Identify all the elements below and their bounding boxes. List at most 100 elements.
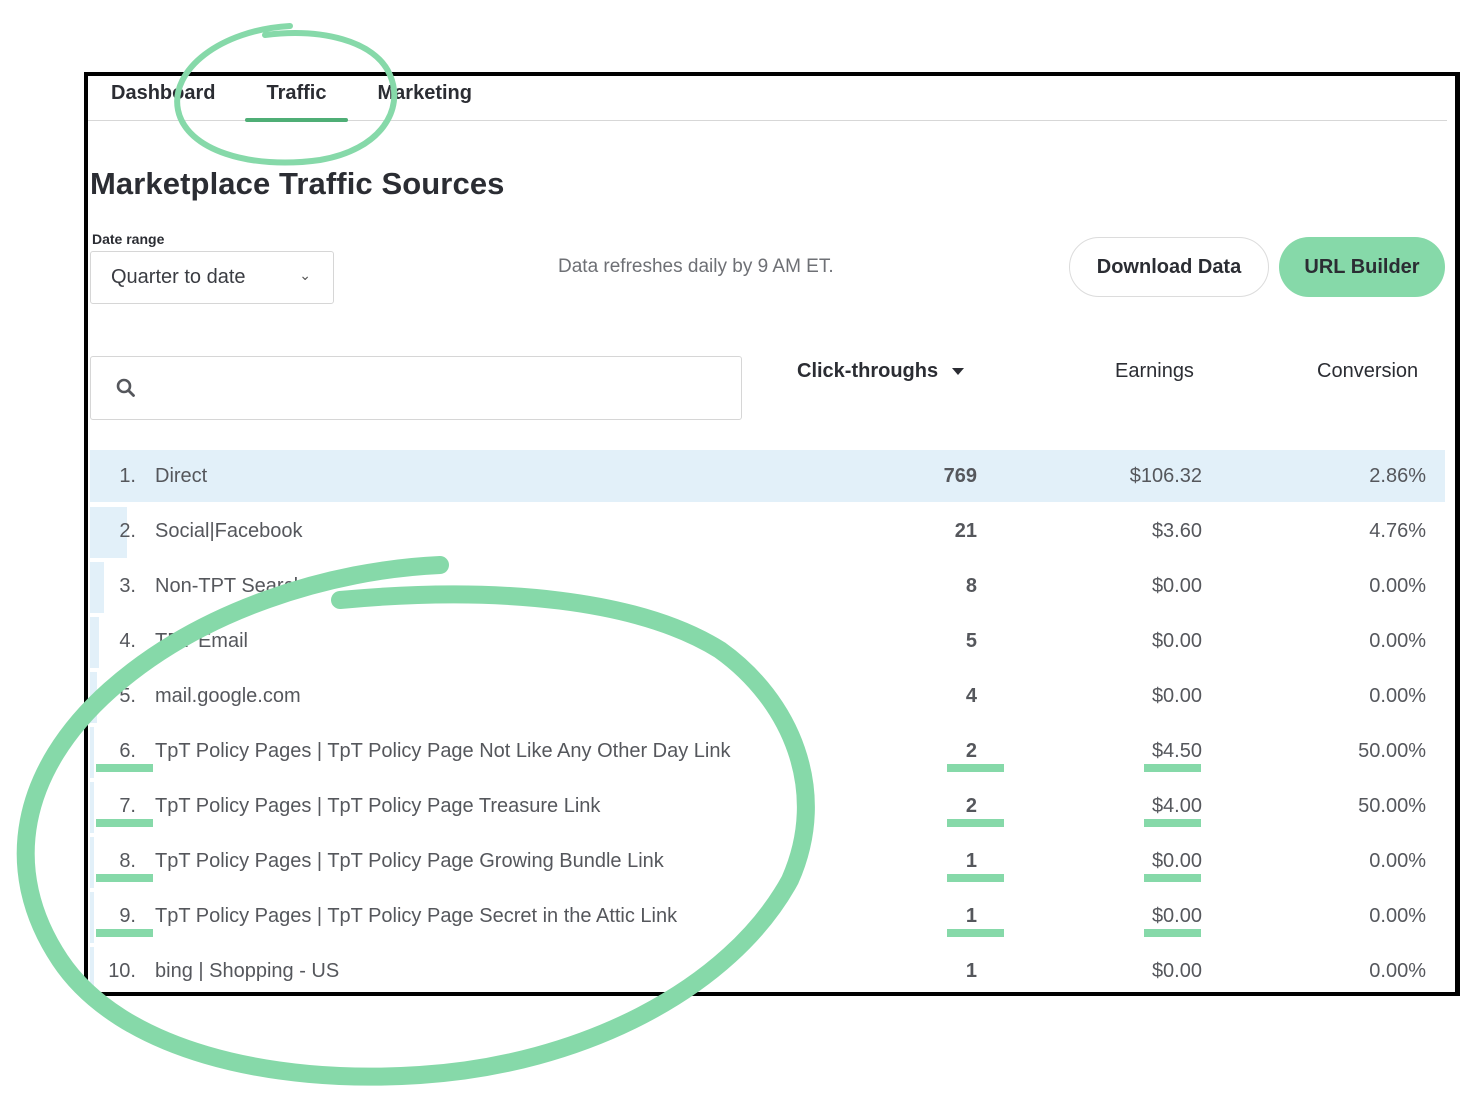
table-row[interactable]: 4. TPT Email 5 $0.00 0.00% [90,615,1445,670]
row-source-name: TpT Policy Pages | TpT Policy Page Secre… [155,905,678,927]
analytics-panel: Dashboard Traffic Marketing Marketplace … [84,72,1460,996]
row-earnings: $3.60 [1151,520,1202,542]
row-share-bar [90,837,94,888]
highlight-mark-clicks [947,874,1004,882]
chevron-down-icon: ⌄ [299,267,311,283]
row-click-throughs: 2 [965,740,977,762]
tab-traffic[interactable]: Traffic [245,76,348,122]
row-source-name: TpT Policy Pages | TpT Policy Page Growi… [155,850,664,872]
highlight-mark-clicks [947,764,1004,772]
tab-bar: Dashboard Traffic Marketing [88,76,1447,122]
row-share-bar [90,892,94,943]
url-builder-button[interactable]: URL Builder [1279,237,1445,297]
table-row[interactable]: 2. Social|Facebook 21 $3.60 4.76% [90,505,1445,560]
row-rank: 4. [119,630,136,652]
row-source-name: bing | Shopping - US [155,960,340,982]
row-share-bar [90,672,97,723]
refresh-note: Data refreshes daily by 9 AM ET. [558,256,834,277]
row-click-throughs: 769 [943,465,977,487]
date-range-value: Quarter to date [111,266,246,288]
row-conversion: 4.76% [1369,520,1426,542]
column-header-click-throughs[interactable]: Click-throughs [797,360,965,383]
traffic-table: 1. Direct 769 $106.32 2.86% 2. Social|Facebook… [90,450,1445,992]
row-rank: 5. [119,685,136,707]
row-conversion: 50.00% [1358,795,1426,817]
row-click-throughs: 8 [965,575,977,597]
row-earnings: $4.00 [1151,795,1202,817]
tab-marketing[interactable]: Marketing [378,76,472,120]
row-earnings: $0.00 [1151,575,1202,597]
search-input[interactable] [151,357,735,421]
row-conversion: 50.00% [1358,740,1426,762]
column-header-earnings[interactable]: Earnings [1115,360,1194,383]
highlight-mark-rank [96,764,153,772]
row-conversion: 0.00% [1369,850,1426,872]
row-share-bar [90,782,94,833]
row-click-throughs: 1 [965,960,977,982]
row-click-throughs: 1 [965,850,977,872]
row-rank: 8. [119,850,136,872]
row-conversion: 0.00% [1369,685,1426,707]
row-source-name: Social|Facebook [155,520,303,542]
column-label-click-throughs: Click-throughs [797,360,939,382]
row-share-bar [90,617,99,668]
highlight-mark-earnings [1144,819,1201,827]
row-conversion: 0.00% [1369,575,1426,597]
highlight-mark-rank [96,929,153,937]
column-header-conversion[interactable]: Conversion [1317,360,1418,383]
table-row[interactable]: 3. Non-TPT Search 8 $0.00 0.00% [90,560,1445,615]
caret-down-icon [952,368,965,376]
row-rank: 10. [108,960,136,982]
row-earnings: $0.00 [1151,685,1202,707]
table-row[interactable]: 5. mail.google.com 4 $0.00 0.00% [90,670,1445,725]
row-earnings: $4.50 [1151,740,1202,762]
row-rank: 9. [119,905,136,927]
highlight-mark-clicks [947,929,1004,937]
row-source-name: TPT Email [155,630,248,652]
highlight-mark-clicks [947,819,1004,827]
row-click-throughs: 2 [965,795,977,817]
row-share-bar [90,562,104,613]
table-row[interactable]: 10. bing | Shopping - US 1 $0.00 0.00% [90,945,1445,992]
download-data-button[interactable]: Download Data [1069,237,1269,297]
row-source-name: TpT Policy Pages | TpT Policy Page Not L… [155,740,731,762]
row-share-bar [90,947,94,992]
search-icon [116,378,135,397]
highlight-mark-rank [96,874,153,882]
row-source-name: Direct [155,465,208,487]
row-rank: 3. [119,575,136,597]
row-conversion: 0.00% [1369,905,1426,927]
row-conversion: 0.00% [1369,960,1426,982]
row-earnings: $0.00 [1151,630,1202,652]
table-row[interactable]: 7. TpT Policy Pages | TpT Policy Page Tre… [90,780,1445,835]
tab-dashboard[interactable]: Dashboard [111,76,215,120]
table-row[interactable]: 8. TpT Policy Pages | TpT Policy Page Gro… [90,835,1445,890]
highlight-mark-earnings [1144,874,1201,882]
date-range-label: Date range [92,231,165,247]
page-title: Marketplace Traffic Sources [90,166,505,201]
row-conversion: 0.00% [1369,630,1426,652]
row-click-throughs: 1 [965,905,977,927]
table-row[interactable]: 6. TpT Policy Pages | TpT Policy Page Not… [90,725,1445,780]
row-click-throughs: 5 [965,630,977,652]
highlight-mark-rank [96,819,153,827]
row-click-throughs: 21 [954,520,977,542]
search-field[interactable] [90,356,742,421]
row-source-name: Non-TPT Search [155,575,305,597]
highlight-mark-earnings [1144,764,1201,772]
row-conversion: 2.86% [1369,465,1426,487]
table-row[interactable]: 9. TpT Policy Pages | TpT Policy Page Sec… [90,890,1445,945]
row-earnings: $0.00 [1151,960,1202,982]
date-range-select[interactable]: Quarter to date ⌄ [90,251,334,304]
row-rank: 7. [119,795,136,817]
row-earnings: $0.00 [1151,905,1202,927]
table-row[interactable]: 1. Direct 769 $106.32 2.86% [90,450,1445,502]
row-source-name: TpT Policy Pages | TpT Policy Page Treas… [155,795,601,817]
row-rank: 1. [119,465,136,487]
row-earnings: $106.32 [1129,465,1202,487]
row-source-name: mail.google.com [155,685,301,707]
row-rank: 6. [119,740,136,762]
highlight-mark-earnings [1144,929,1201,937]
row-rank: 2. [119,520,136,542]
row-click-throughs: 4 [965,685,977,707]
